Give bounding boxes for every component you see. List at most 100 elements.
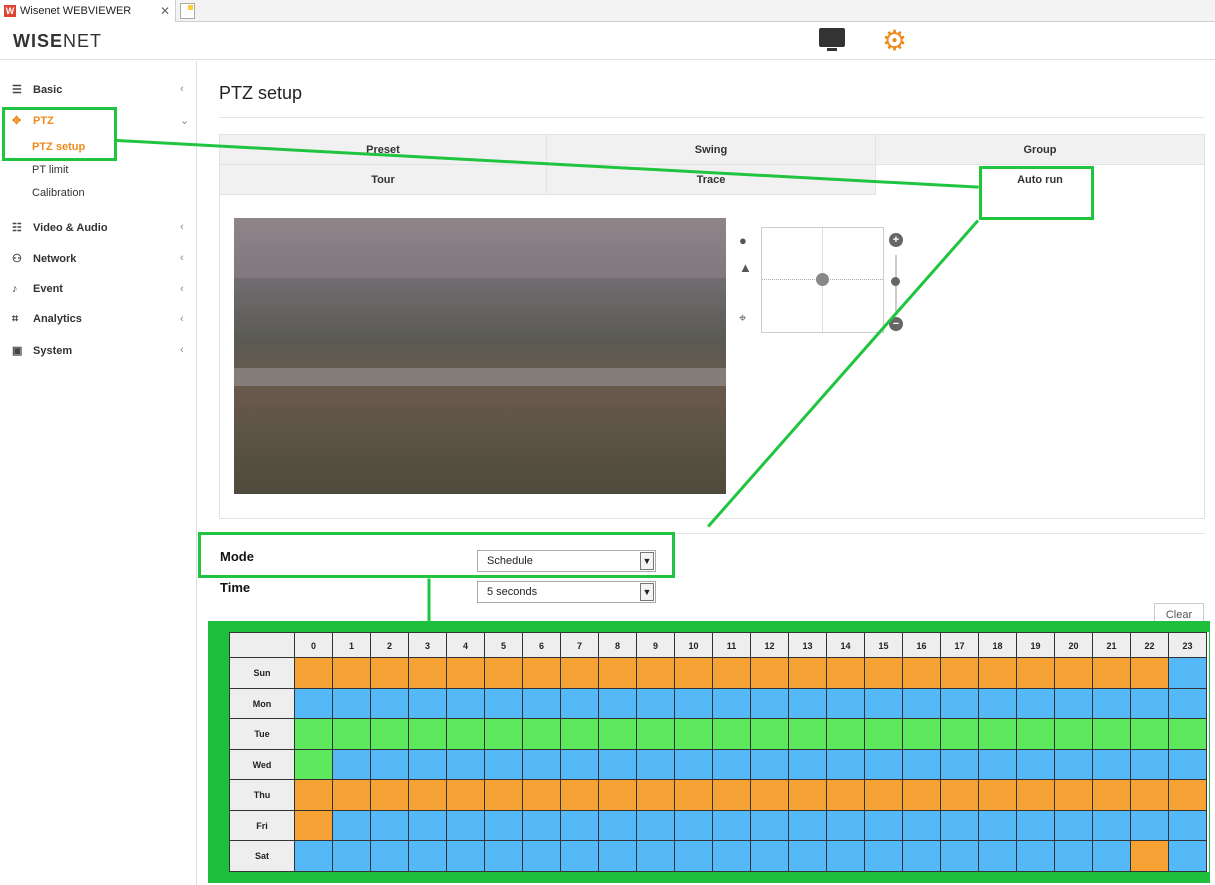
schedule-cell[interactable] (447, 749, 485, 780)
zoom-in-icon[interactable]: + (889, 233, 903, 247)
schedule-cell[interactable] (1017, 719, 1055, 750)
schedule-cell[interactable] (1055, 719, 1093, 750)
schedule-cell[interactable] (333, 658, 371, 689)
schedule-cell[interactable] (675, 658, 713, 689)
schedule-cell[interactable] (1131, 658, 1169, 689)
schedule-cell[interactable] (941, 688, 979, 719)
schedule-cell[interactable] (1093, 658, 1131, 689)
schedule-cell[interactable] (751, 688, 789, 719)
schedule-cell[interactable] (295, 749, 333, 780)
schedule-cell[interactable] (1131, 688, 1169, 719)
schedule-cell[interactable] (523, 810, 561, 841)
schedule-cell[interactable] (599, 780, 637, 811)
schedule-cell[interactable] (485, 841, 523, 872)
schedule-cell[interactable] (599, 688, 637, 719)
schedule-cell[interactable] (1169, 688, 1207, 719)
schedule-cell[interactable] (789, 658, 827, 689)
schedule-cell[interactable] (447, 841, 485, 872)
sidebar-subitem-pt-limit[interactable]: PT limit (32, 164, 68, 176)
schedule-cell[interactable] (485, 688, 523, 719)
schedule-cell[interactable] (865, 841, 903, 872)
schedule-cell[interactable] (941, 658, 979, 689)
schedule-cell[interactable] (1131, 719, 1169, 750)
schedule-cell[interactable] (979, 719, 1017, 750)
schedule-cell[interactable] (371, 780, 409, 811)
schedule-cell[interactable] (751, 841, 789, 872)
schedule-cell[interactable] (523, 719, 561, 750)
schedule-cell[interactable] (675, 719, 713, 750)
tab-group[interactable]: Group (876, 135, 1204, 165)
schedule-cell[interactable] (713, 719, 751, 750)
schedule-cell[interactable] (523, 780, 561, 811)
schedule-cell[interactable] (789, 749, 827, 780)
schedule-cell[interactable] (1055, 749, 1093, 780)
sidebar-item-event[interactable]: ♪ Event (12, 283, 63, 295)
schedule-cell[interactable] (865, 749, 903, 780)
schedule-cell[interactable] (1093, 841, 1131, 872)
sidebar-item-network[interactable]: ⚇ Network (12, 252, 76, 265)
schedule-cell[interactable] (941, 810, 979, 841)
schedule-cell[interactable] (1017, 749, 1055, 780)
monitor-icon[interactable] (819, 28, 845, 51)
schedule-cell[interactable] (713, 810, 751, 841)
sidebar-item-analytics[interactable]: ⌗ Analytics (12, 313, 82, 326)
schedule-cell[interactable] (713, 688, 751, 719)
schedule-cell[interactable] (1093, 688, 1131, 719)
schedule-cell[interactable] (561, 810, 599, 841)
schedule-cell[interactable] (295, 688, 333, 719)
schedule-cell[interactable] (827, 841, 865, 872)
schedule-cell[interactable] (1131, 810, 1169, 841)
schedule-cell[interactable] (675, 780, 713, 811)
schedule-cell[interactable] (1131, 749, 1169, 780)
schedule-cell[interactable] (827, 780, 865, 811)
schedule-cell[interactable] (979, 810, 1017, 841)
schedule-cell[interactable] (561, 780, 599, 811)
pad-center-handle[interactable] (816, 273, 829, 286)
schedule-cell[interactable] (903, 719, 941, 750)
tab-swing[interactable]: Swing (547, 135, 876, 165)
schedule-cell[interactable] (979, 749, 1017, 780)
schedule-cell[interactable] (789, 688, 827, 719)
schedule-cell[interactable] (979, 780, 1017, 811)
schedule-cell[interactable] (979, 658, 1017, 689)
tab-tour[interactable]: Tour (220, 165, 547, 195)
schedule-cell[interactable] (865, 780, 903, 811)
schedule-cell[interactable] (1093, 810, 1131, 841)
schedule-cell[interactable] (295, 810, 333, 841)
schedule-cell[interactable] (675, 841, 713, 872)
schedule-cell[interactable] (637, 841, 675, 872)
schedule-cell[interactable] (751, 749, 789, 780)
schedule-cell[interactable] (447, 658, 485, 689)
schedule-cell[interactable] (447, 810, 485, 841)
schedule-cell[interactable] (485, 719, 523, 750)
schedule-cell[interactable] (637, 780, 675, 811)
schedule-cell[interactable] (1055, 841, 1093, 872)
schedule-cell[interactable] (789, 719, 827, 750)
gear-icon[interactable]: ⚙ (882, 27, 907, 55)
schedule-cell[interactable] (409, 719, 447, 750)
schedule-cell[interactable] (1017, 810, 1055, 841)
schedule-cell[interactable] (1055, 688, 1093, 719)
schedule-cell[interactable] (599, 749, 637, 780)
schedule-cell[interactable] (485, 749, 523, 780)
zoom-slider-handle[interactable] (891, 277, 900, 286)
schedule-cell[interactable] (409, 810, 447, 841)
schedule-cell[interactable] (675, 688, 713, 719)
schedule-cell[interactable] (409, 688, 447, 719)
schedule-cell[interactable] (1017, 841, 1055, 872)
schedule-cell[interactable] (751, 810, 789, 841)
schedule-cell[interactable] (447, 780, 485, 811)
schedule-cell[interactable] (523, 658, 561, 689)
schedule-cell[interactable] (1093, 719, 1131, 750)
schedule-cell[interactable] (371, 810, 409, 841)
schedule-cell[interactable] (561, 841, 599, 872)
schedule-cell[interactable] (371, 719, 409, 750)
schedule-cell[interactable] (789, 780, 827, 811)
schedule-cell[interactable] (751, 658, 789, 689)
ptz-control-pad[interactable] (761, 227, 884, 333)
schedule-cell[interactable] (523, 749, 561, 780)
schedule-cell[interactable] (523, 841, 561, 872)
schedule-cell[interactable] (713, 749, 751, 780)
schedule-cell[interactable] (637, 688, 675, 719)
schedule-cell[interactable] (903, 749, 941, 780)
